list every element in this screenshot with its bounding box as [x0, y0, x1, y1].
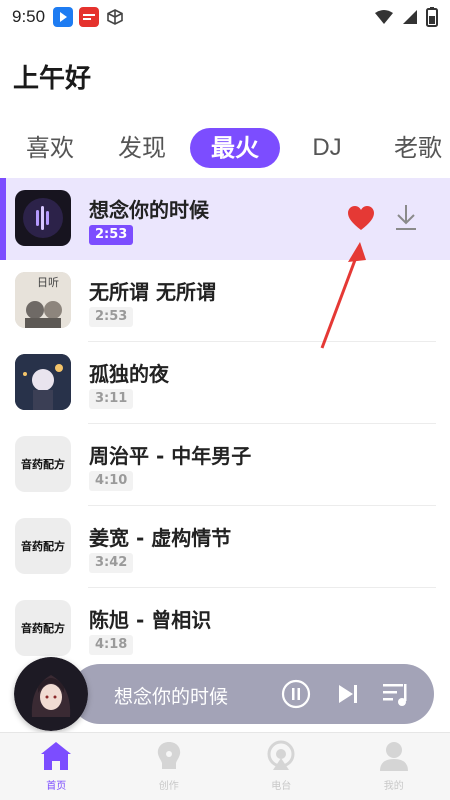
song-row[interactable]: 音药配方 周治平 - 中年男子 4:10: [0, 424, 450, 506]
status-time: 9:50: [12, 7, 46, 26]
song-cover: [15, 354, 71, 410]
blue-arrow-app-icon: [53, 7, 74, 27]
song-title: 无所谓 无所谓: [89, 280, 216, 304]
next-button[interactable]: [332, 678, 364, 710]
home-icon: [41, 742, 72, 770]
song-title: 孤独的夜: [89, 362, 169, 386]
song-title: 想念你的时候: [89, 198, 209, 222]
nav-label: 首页: [46, 781, 67, 792]
cover-text: 音药配方: [21, 540, 65, 553]
song-cover: 音药配方: [15, 600, 71, 656]
radio-icon: [267, 740, 295, 770]
download-button[interactable]: [392, 202, 420, 232]
cover-text: 音药配方: [21, 622, 65, 635]
song-row[interactable]: 孤独的夜 3:11: [0, 342, 450, 424]
song-row[interactable]: 音药配方 陈旭 - 曾相识 4:18: [0, 588, 450, 670]
mini-player[interactable]: 想念你的时候: [70, 664, 434, 724]
greeting-title: 上午好: [13, 64, 92, 94]
song-title: 周治平 - 中年男子: [89, 444, 252, 468]
next-icon: [339, 685, 357, 703]
nav-label: 创作: [158, 781, 179, 792]
song-row[interactable]: 想念你的时候 2:53: [0, 178, 450, 260]
pause-icon: [281, 679, 311, 709]
battery-icon: [426, 7, 438, 27]
playlist-icon: [383, 684, 407, 706]
tab-oldies[interactable]: 老歌: [382, 128, 450, 168]
tab-dj[interactable]: DJ: [300, 128, 354, 168]
create-icon: [157, 742, 180, 769]
now-playing-cover[interactable]: [14, 657, 88, 731]
nav-profile[interactable]: 我的: [338, 733, 450, 800]
cover-text: 音药配方: [21, 458, 65, 471]
playlist-button[interactable]: [380, 678, 412, 710]
tab-like[interactable]: 喜欢: [14, 128, 86, 168]
pause-button[interactable]: [280, 678, 312, 710]
nav-label: 我的: [383, 781, 404, 792]
cube-app-icon: [105, 7, 125, 27]
download-icon: [396, 205, 416, 230]
song-cover: 日听: [15, 272, 71, 328]
song-duration: 3:42: [89, 553, 134, 573]
nav-create[interactable]: 创作: [113, 733, 226, 800]
song-title: 陈旭 - 曾相识: [89, 608, 212, 632]
song-duration: 4:18: [89, 635, 134, 655]
nav-home[interactable]: 首页: [0, 733, 113, 800]
song-cover: 音药配方: [15, 436, 71, 492]
system-status-icons: [374, 7, 438, 27]
song-cover: 音药配方: [15, 518, 71, 574]
tab-discover[interactable]: 发现: [106, 128, 178, 168]
tab-hottest[interactable]: 最火: [190, 128, 280, 168]
now-playing-title: 想念你的时候: [114, 686, 229, 708]
song-cover: [15, 190, 71, 246]
nav-radio[interactable]: 电台: [225, 733, 338, 800]
song-duration: 2:53: [89, 307, 134, 327]
like-button[interactable]: [346, 204, 376, 232]
cover-text: 日听: [37, 276, 59, 289]
bottom-nav: 首页 创作 电台 我的: [0, 732, 450, 800]
profile-icon: [379, 742, 408, 771]
song-duration: 2:53: [89, 225, 134, 245]
wifi-icon: [375, 10, 393, 24]
category-tabs: 喜欢 发现 最火 DJ 老歌: [0, 124, 450, 172]
status-bar: 9:50: [0, 0, 450, 34]
nav-label: 电台: [271, 781, 292, 792]
red-news-app-icon: [79, 7, 100, 27]
song-row[interactable]: 音药配方 姜宽 - 虚构情节 3:42: [0, 506, 450, 588]
song-title: 姜宽 - 虚构情节: [89, 526, 232, 550]
signal-icon: [403, 10, 417, 24]
song-duration: 3:11: [89, 389, 134, 409]
song-row[interactable]: 日听 无所谓 无所谓 2:53: [0, 260, 450, 342]
song-duration: 4:10: [89, 471, 134, 491]
heart-icon: [348, 206, 374, 230]
